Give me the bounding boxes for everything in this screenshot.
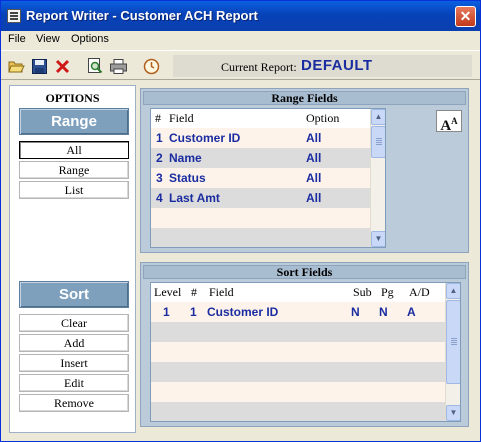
sort-row-ad: A	[407, 305, 416, 319]
range-list-button[interactable]: List	[19, 181, 129, 199]
scroll-up-icon[interactable]: ▲	[446, 283, 460, 299]
range-col-field: Field	[169, 111, 194, 125]
range-row-field: Status	[169, 171, 206, 185]
open-folder-icon[interactable]	[6, 56, 27, 76]
empty-row	[151, 342, 445, 362]
sort-list-scrollbar[interactable]: ▲ ▼	[445, 283, 460, 421]
sort-col-field: Field	[209, 285, 234, 299]
empty-row	[151, 322, 445, 342]
sort-add-button[interactable]: Add	[19, 334, 129, 352]
options-panel: OPTIONS Range All Range List Sort Clear …	[9, 85, 136, 433]
scroll-down-icon[interactable]: ▼	[371, 231, 385, 247]
sort-fields-list[interactable]: Level # Field Sub Pg A/D 1 1 Customer ID…	[150, 282, 461, 422]
range-row-option: All	[306, 171, 322, 185]
sort-row-level: 1	[163, 305, 170, 319]
sort-remove-button[interactable]: Remove	[19, 394, 129, 412]
range-row-4[interactable]: 4 Last Amt All	[151, 188, 370, 208]
range-fields-header: # Field Option	[151, 109, 370, 126]
sort-fields-group: Sort Fields Level # Field Sub Pg A/D 1 1…	[140, 262, 469, 427]
sort-row-pg: N	[379, 305, 388, 319]
range-range-button[interactable]: Range	[19, 161, 129, 179]
range-row-option: All	[306, 191, 322, 205]
sort-col-level: Level	[154, 285, 182, 299]
report-writer-window: Report Writer - Customer ACH Report ✕ Fi…	[0, 0, 481, 442]
range-row-num: 1	[156, 131, 163, 145]
sort-row-num: 1	[190, 305, 197, 319]
range-row-3[interactable]: 3 Status All	[151, 168, 370, 188]
range-row-num: 2	[156, 151, 163, 165]
menu-view[interactable]: View	[36, 33, 60, 45]
scroll-thumb[interactable]	[446, 300, 460, 384]
sort-row-1[interactable]: 1 1 Customer ID N N A	[151, 302, 445, 322]
range-row-field: Last Amt	[169, 191, 220, 205]
sort-col-pg: Pg	[381, 285, 394, 299]
report-writer-app-icon	[7, 9, 21, 23]
range-row-num: 3	[156, 171, 163, 185]
print-preview-icon[interactable]	[84, 56, 105, 76]
range-section-button[interactable]: Range	[19, 108, 129, 135]
sort-clear-button[interactable]: Clear	[19, 314, 129, 332]
toolbar: Current Report: DEFAULT	[1, 50, 480, 80]
empty-row	[151, 362, 445, 382]
menu-bar: File View Options	[1, 31, 480, 49]
font-size-icon[interactable]: AA	[436, 110, 462, 134]
range-col-num: #	[155, 111, 161, 125]
empty-row	[151, 402, 445, 421]
current-report-display: Current Report: DEFAULT	[173, 55, 472, 77]
range-row-1[interactable]: 1 Customer ID All	[151, 128, 370, 148]
range-row-num: 4	[156, 191, 163, 205]
close-button[interactable]: ✕	[455, 6, 476, 27]
sort-fields-title: Sort Fields	[143, 265, 466, 279]
current-report-value: DEFAULT	[301, 57, 373, 74]
range-all-button[interactable]: All	[19, 141, 129, 159]
window-title: Report Writer - Customer ACH Report	[26, 8, 258, 23]
sort-fields-header: Level # Field Sub Pg A/D	[151, 283, 445, 300]
sort-row-sub: N	[351, 305, 360, 319]
sort-insert-button[interactable]: Insert	[19, 354, 129, 372]
range-list-scrollbar[interactable]: ▲ ▼	[370, 109, 385, 247]
menu-file[interactable]: File	[8, 33, 26, 45]
range-col-option: Option	[306, 111, 340, 125]
range-row-field: Name	[169, 151, 202, 165]
empty-row	[151, 382, 445, 402]
sort-section-button[interactable]: Sort	[19, 281, 129, 308]
range-fields-list[interactable]: # Field Option 1 Customer ID All 2 Name …	[150, 108, 386, 248]
range-fields-title: Range Fields	[143, 91, 466, 105]
range-row-field: Customer ID	[169, 131, 241, 145]
range-row-option: All	[306, 131, 322, 145]
empty-row	[151, 228, 370, 247]
scroll-thumb[interactable]	[371, 126, 385, 158]
print-icon[interactable]	[108, 56, 129, 76]
scroll-up-icon[interactable]: ▲	[371, 109, 385, 125]
range-fields-group: Range Fields # Field Option 1 Customer I…	[140, 88, 469, 253]
sort-col-sub: Sub	[353, 285, 372, 299]
sort-edit-button[interactable]: Edit	[19, 374, 129, 392]
options-heading: OPTIONS	[45, 91, 100, 105]
menu-options[interactable]: Options	[71, 33, 109, 45]
scroll-down-icon[interactable]: ▼	[446, 405, 460, 421]
range-row-2[interactable]: 2 Name All	[151, 148, 370, 168]
sort-col-num: #	[191, 285, 197, 299]
current-report-label: Current Report:	[221, 60, 297, 74]
sort-col-ad: A/D	[409, 285, 430, 299]
title-bar[interactable]: Report Writer - Customer ACH Report ✕	[1, 1, 480, 31]
sort-row-field: Customer ID	[207, 305, 279, 319]
range-row-option: All	[306, 151, 322, 165]
delete-icon[interactable]	[52, 56, 73, 76]
schedule-icon[interactable]	[141, 56, 162, 76]
empty-row	[151, 208, 370, 228]
save-icon[interactable]	[29, 56, 50, 76]
